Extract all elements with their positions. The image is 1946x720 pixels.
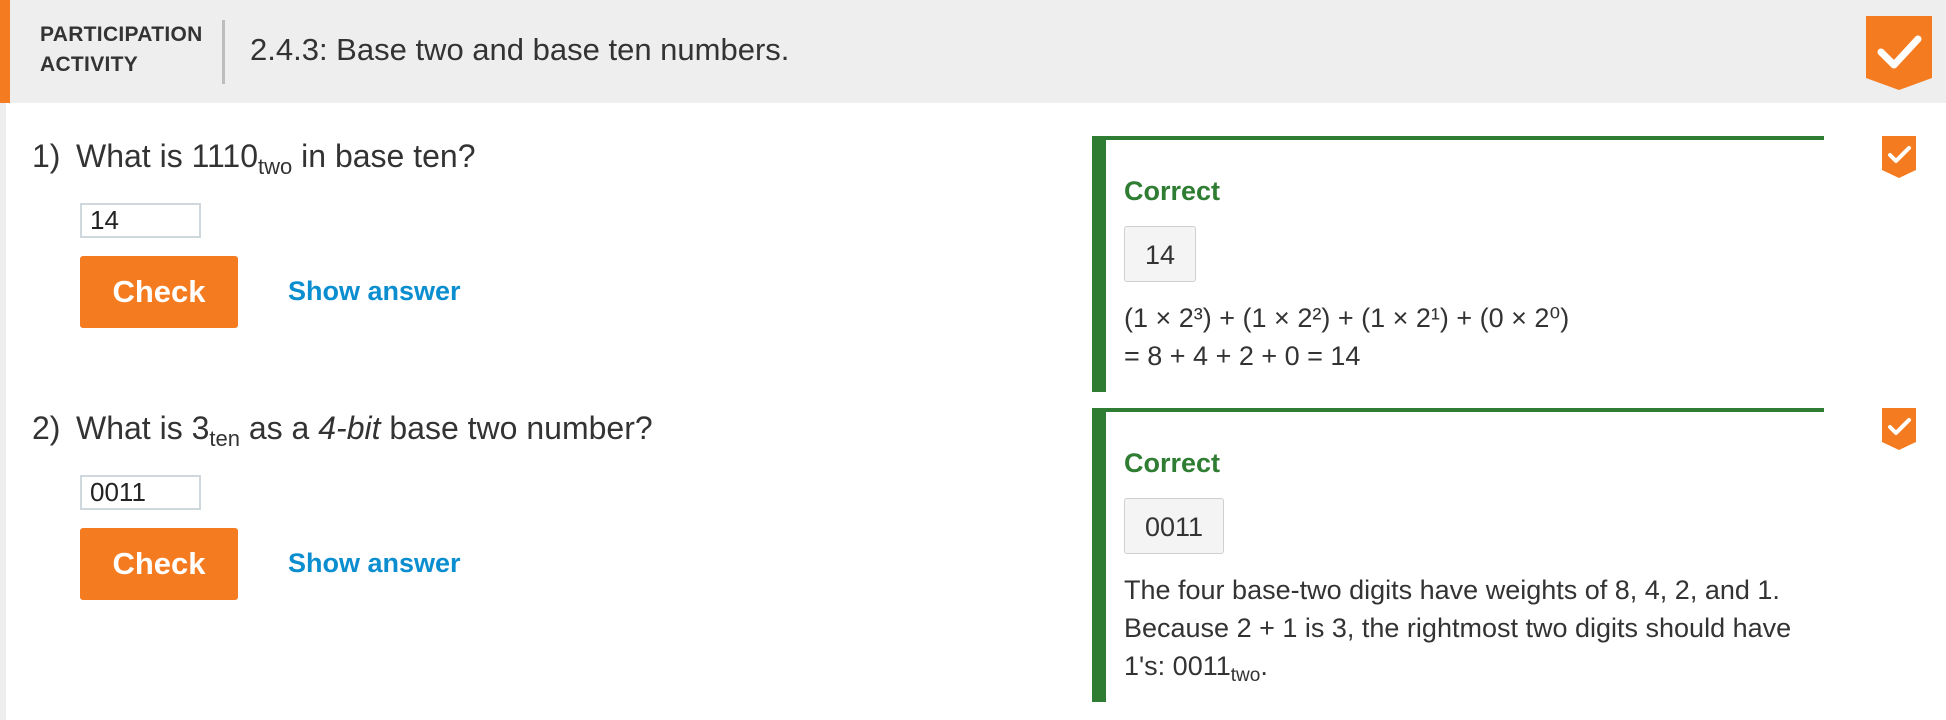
- question-2-text-italic: 4-bit: [318, 410, 381, 446]
- activity-header: PARTICIPATION ACTIVITY 2.4.3: Base two a…: [0, 0, 1946, 103]
- header-divider: [222, 20, 225, 84]
- question-1-feedback-explanation: (1 × 2³) + (1 × 2²) + (1 × 2¹) + (0 × 2⁰…: [1124, 299, 1569, 375]
- question-2-check-button[interactable]: Check: [80, 528, 238, 600]
- question-2-explanation-line3-start: 1's: 0011: [1124, 651, 1231, 681]
- question-2-text-mid: as a: [239, 410, 319, 446]
- activity-title: 2.4.3: Base two and base ten numbers.: [250, 32, 790, 67]
- question-2-answer-input[interactable]: [80, 475, 201, 510]
- question-2-show-answer-link[interactable]: Show answer: [288, 548, 461, 579]
- question-1-show-answer-link[interactable]: Show answer: [288, 276, 461, 307]
- question-2-number: 2): [32, 410, 61, 446]
- activity-type-label: PARTICIPATION ACTIVITY: [40, 20, 203, 80]
- question-1-feedback-answer: 14: [1124, 226, 1197, 282]
- question-2-explanation-line2: Because 2 + 1 is 3, the rightmost two di…: [1124, 613, 1792, 643]
- question-2-text-end: base two number?: [380, 410, 653, 446]
- question-1-answer-input[interactable]: [80, 203, 201, 238]
- question-2-explanation-line3-end: .: [1260, 651, 1268, 681]
- question-1-feedback-status: Correct: [1124, 176, 1221, 206]
- question-2-feedback-answer: 0011: [1124, 498, 1225, 554]
- question-1-text-end: in base ten?: [292, 138, 476, 174]
- activity-type-line1: PARTICIPATION: [40, 23, 203, 46]
- question-1-explanation-line2: = 8 + 4 + 2 + 0 = 14: [1124, 341, 1361, 371]
- question-2-feedback-panel: [1092, 408, 1824, 412]
- question-2-explanation-line3: 1's: 0011two.: [1124, 647, 1791, 695]
- question-2-explanation-line1: The four base-two digits have weights of…: [1124, 575, 1780, 605]
- question-2-feedback-bar: [1092, 408, 1106, 702]
- question-1-complete-check-icon: [1882, 136, 1916, 178]
- question-1-feedback-bar: [1092, 136, 1106, 392]
- question-2-explanation-subscript: two: [1230, 665, 1261, 686]
- question-2-feedback-explanation: The four base-two digits have weights of…: [1124, 571, 1791, 695]
- question-1-feedback-panel: [1092, 136, 1824, 140]
- question-1-explanation-line1: (1 × 2³) + (1 × 2²) + (1 × 2¹) + (0 × 2⁰…: [1124, 303, 1570, 333]
- question-1-number: 1): [32, 138, 61, 174]
- question-2-complete-check-icon: [1882, 408, 1916, 450]
- question-2-feedback-status: Correct: [1124, 448, 1221, 478]
- content-left-border: [0, 103, 6, 720]
- question-2-subscript: ten: [209, 426, 240, 451]
- completion-check-icon: [1866, 16, 1932, 90]
- activity-type-line2: ACTIVITY: [40, 53, 139, 76]
- question-1-subscript: two: [258, 154, 293, 179]
- question-2-text-start: What is 3: [76, 410, 210, 446]
- header-accent-bar: [0, 0, 10, 103]
- question-1-text-start: What is 1110: [76, 138, 259, 174]
- question-1-check-button[interactable]: Check: [80, 256, 238, 328]
- question-1-text: What is 1110two in base ten?: [76, 138, 476, 180]
- question-2-text: What is 3ten as a 4-bit base two number?: [76, 410, 653, 452]
